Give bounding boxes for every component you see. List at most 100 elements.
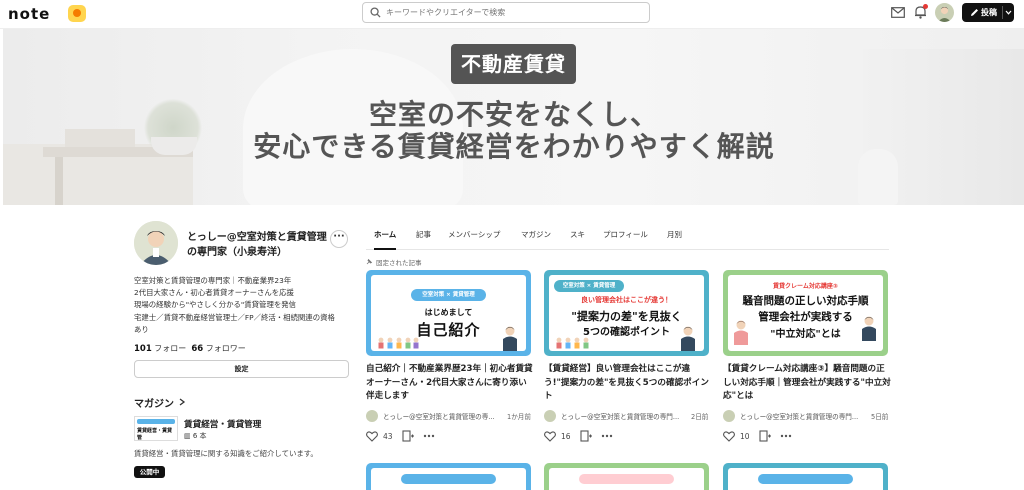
search-input[interactable]: [386, 4, 641, 21]
tab-membership[interactable]: メンバーシップ: [448, 228, 500, 250]
post-button-label: 投稿: [981, 8, 997, 17]
article-thumbnail-6[interactable]: [723, 463, 888, 490]
bio-line: あり: [134, 324, 149, 334]
tab-home[interactable]: ホーム: [374, 228, 397, 250]
article-time-2: 2日前: [691, 413, 709, 421]
tab-monthly[interactable]: 月別: [667, 228, 682, 250]
thumbnail-tag: 空室対策 × 賃貸管理: [554, 280, 624, 292]
settings-button[interactable]: 設定: [134, 360, 349, 378]
follow-stats: 101 フォロー 66 フォロワー: [134, 343, 354, 354]
thumbnail-subtitle: 良い管理会社はここが違う！: [581, 296, 672, 304]
magazine-thumbnail[interactable]: 賃貸経営・賃貸管: [134, 416, 178, 441]
magazine-article-count: ▥ 6 本: [184, 431, 207, 441]
thumbnail-tag: [579, 474, 674, 484]
article-thumbnail-4[interactable]: [366, 463, 531, 490]
article-author-2[interactable]: とっしー@空室対策と賃貸管理の専門...: [561, 411, 679, 421]
follow-count[interactable]: 101: [134, 344, 152, 354]
pen-icon: [971, 9, 978, 16]
add-to-magazine-icon[interactable]: [580, 430, 592, 442]
follower-count[interactable]: 66: [191, 344, 203, 354]
heart-icon[interactable]: [723, 431, 735, 442]
thumbnail-panel: [371, 468, 526, 490]
article-thumbnail-1[interactable]: 空室対策 × 賃貸管理 はじめまして 自己紹介: [366, 270, 531, 356]
people-illustration: [556, 337, 589, 349]
article-author-3[interactable]: とっしー@空室対策と賃貸管理の専門...: [740, 411, 858, 421]
thumbnail-tag: 賃貸クレーム対応講座③: [773, 283, 838, 290]
author-avatar[interactable]: [366, 410, 378, 422]
mail-icon[interactable]: [891, 7, 905, 18]
bio-line: 現場の経験から"やさしく分かる"賃貸管理を発信: [134, 300, 297, 310]
article-time-3: 5日前: [871, 413, 889, 421]
profile-bio: 空室対策と賃貸管理の専門家｜不動産業界23年 2代目大家さん・初心者賃貸オーナー…: [134, 275, 349, 336]
bio-line: 空室対策と賃貸管理の専門家｜不動産業界23年: [134, 276, 292, 285]
bio-line: 宅建士／賃貸不動産経営管理士／FP／終活・相続関連の資格: [134, 312, 335, 322]
search-box[interactable]: [362, 2, 650, 23]
pin-icon: [366, 258, 373, 265]
article-time-1: 1か月前: [507, 413, 531, 421]
tab-likes[interactable]: スキ: [570, 228, 585, 250]
magazine-description: 賃貸経営・賃貸管理に関する知識をご紹介しています。: [134, 449, 318, 458]
thumbnail-tag: 空室対策 × 賃貸管理: [411, 289, 486, 301]
more-icon[interactable]: [780, 433, 792, 439]
magazine-heading[interactable]: マガジン: [134, 395, 174, 410]
follow-label[interactable]: フォロー: [154, 344, 186, 353]
bio-line: 2代目大家さん・初心者賃貸オーナーさんを応援: [134, 288, 294, 298]
thumbnail-tag: [758, 474, 853, 484]
heart-icon[interactable]: [366, 431, 378, 442]
author-avatar[interactable]: [723, 410, 735, 422]
like-count-2: 16: [561, 432, 571, 441]
profile-name[interactable]: とっしー@空室対策と賃貸管理の専門家（小泉寿洋）: [187, 230, 333, 260]
thumbnail-subtitle: 騒音問題の正しい対応手順: [742, 295, 869, 307]
thumbnail-title: "提案力の差"を見抜く: [571, 310, 682, 323]
add-to-magazine-icon[interactable]: [402, 430, 414, 442]
follower-label[interactable]: フォロワー: [206, 344, 246, 353]
more-icon[interactable]: [601, 433, 613, 439]
more-options-button[interactable]: ···: [330, 230, 348, 248]
magazine-title[interactable]: 賃貸経営・賃貸管理: [184, 418, 261, 430]
chevron-down-icon[interactable]: [1005, 9, 1012, 16]
presenter-illustration: [503, 326, 517, 351]
magazine-thumb-tag: [137, 419, 175, 424]
presenter-illustration: [681, 326, 695, 351]
banner-category-tag: 不動産賃貸: [451, 44, 576, 84]
thumbnail-panel: 賃貸クレーム対応講座③ 騒音問題の正しい対応手順 管理会社が実践する "中立対応…: [728, 275, 883, 351]
thumbnail-panel: 空室対策 × 賃貸管理 はじめまして 自己紹介: [371, 275, 526, 351]
profile-tabs: ホーム 記事 メンバーシップ マガジン スキ プロフィール 月別: [366, 228, 889, 250]
resident-illustration: [734, 320, 748, 345]
thumbnail-tag: [401, 474, 496, 484]
tab-profile[interactable]: プロフィール: [603, 228, 648, 250]
banner-headline-2: 安心できる賃貸経営をわかりやすく解説: [253, 130, 775, 163]
profile-avatar[interactable]: [134, 221, 178, 265]
like-count-3: 10: [740, 432, 750, 441]
post-button-divider: [1002, 6, 1003, 19]
article-title-3[interactable]: 【賃貸クレーム対応講座③】騒音問題の正しい対応手順｜管理会社が実践する"中立対応…: [723, 363, 891, 404]
article-author-1[interactable]: とっしー@空室対策と賃貸管理の専...: [383, 411, 501, 421]
thumbnail-panel: [549, 468, 704, 490]
logo-mascot-icon: [68, 5, 86, 22]
thumbnail-panel: 空室対策 × 賃貸管理 良い管理会社はここが違う！ "提案力の差"を見抜く 5つ…: [549, 275, 704, 351]
article-thumbnail-5[interactable]: [544, 463, 709, 490]
tab-articles[interactable]: 記事: [416, 228, 431, 250]
like-count-1: 43: [383, 432, 393, 441]
article-title-2[interactable]: 【賃貸経営】良い管理会社はここが違う!"提案力の差"を見抜く5つの確認ポイント: [544, 363, 712, 404]
more-icon[interactable]: [423, 433, 435, 439]
search-icon: [370, 7, 381, 18]
add-to-magazine-icon[interactable]: [759, 430, 771, 442]
post-button[interactable]: 投稿: [962, 3, 1014, 22]
user-avatar[interactable]: [935, 3, 954, 22]
article-title-1[interactable]: 自己紹介｜不動産業界歴23年｜初心者賃貸オーナーさん・2代目大家さんに寄り添い伴…: [366, 363, 534, 404]
note-logo[interactable]: note: [8, 5, 50, 23]
article-thumbnail-3[interactable]: 賃貸クレーム対応講座③ 騒音問題の正しい対応手順 管理会社が実践する "中立対応…: [723, 270, 888, 356]
presenter-illustration: [862, 316, 876, 341]
magazine-thumb-text: 賃貸経営・賃貸管: [137, 428, 173, 441]
heart-icon[interactable]: [544, 431, 556, 442]
notification-dot: [923, 4, 928, 9]
article-thumbnail-2[interactable]: 空室対策 × 賃貸管理 良い管理会社はここが違う！ "提案力の差"を見抜く 5つ…: [544, 270, 709, 356]
author-avatar[interactable]: [544, 410, 556, 422]
chevron-right-icon[interactable]: [178, 398, 186, 406]
book-icon: ▥: [184, 432, 191, 440]
thumbnail-panel: [728, 468, 883, 490]
banner-table-leg: [55, 157, 63, 205]
tab-magazine[interactable]: マガジン: [521, 228, 551, 250]
top-header: note 投稿: [0, 0, 1024, 29]
